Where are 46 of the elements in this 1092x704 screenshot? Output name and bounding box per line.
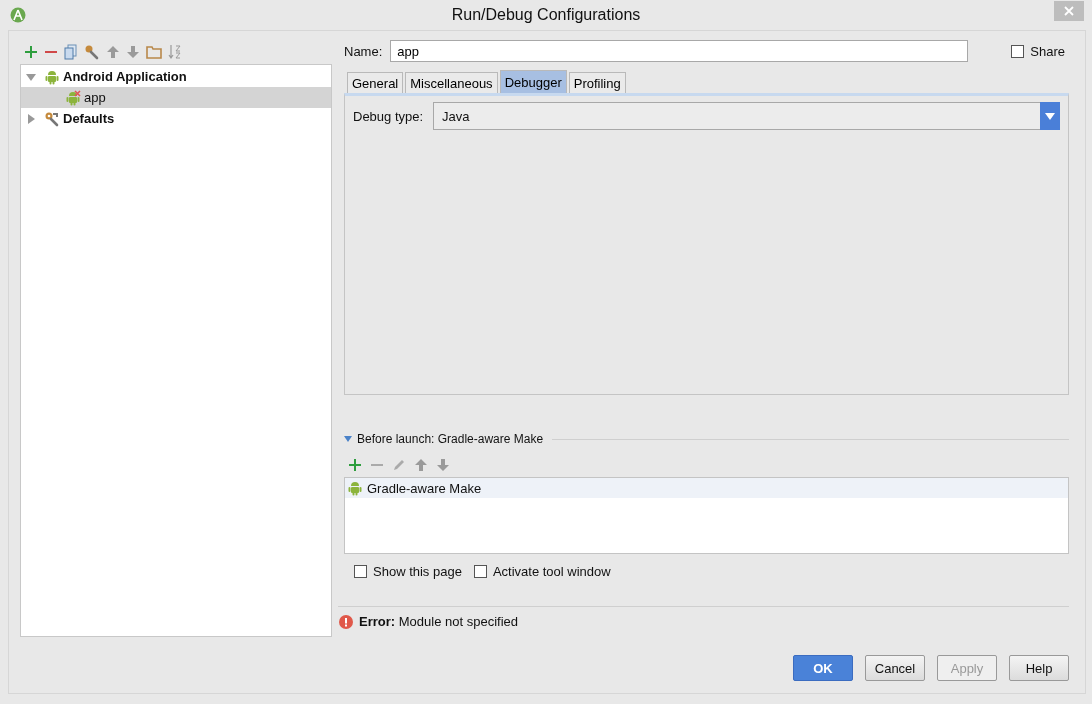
android-icon bbox=[347, 480, 363, 496]
tree-item[interactable]: Android Application bbox=[21, 66, 331, 87]
tab[interactable]: Debugger bbox=[499, 70, 567, 93]
pencil-icon[interactable] bbox=[392, 457, 406, 472]
dialog-button[interactable]: OK bbox=[793, 655, 853, 681]
down-arrow-icon[interactable] bbox=[436, 457, 450, 472]
share-label: Share bbox=[1030, 43, 1065, 59]
tab[interactable]: Profiling bbox=[568, 72, 626, 93]
window-title: Run/Debug Configurations bbox=[451, 6, 641, 24]
close-icon bbox=[1064, 6, 1074, 16]
name-label: Name: bbox=[344, 43, 383, 59]
tab[interactable]: General bbox=[347, 72, 404, 93]
dialog-button[interactable]: Help bbox=[1009, 655, 1069, 681]
debug-type-label: Debug type: bbox=[353, 108, 424, 124]
app-icon bbox=[10, 7, 26, 23]
checkbox-label: Activate tool window bbox=[492, 564, 611, 579]
tab[interactable]: Miscellaneous bbox=[405, 72, 498, 93]
collapse-arrow-icon[interactable] bbox=[344, 435, 352, 443]
close-button[interactable] bbox=[1054, 1, 1084, 21]
tree-item[interactable]: Defaults bbox=[21, 108, 331, 129]
down-arrow-icon[interactable] bbox=[126, 44, 140, 59]
debug-type-dropdown[interactable]: Java bbox=[433, 102, 1060, 130]
up-arrow-icon[interactable] bbox=[106, 44, 120, 59]
expand-arrow-icon[interactable] bbox=[25, 112, 37, 125]
sort-icon[interactable] bbox=[168, 43, 182, 60]
checkbox-label: Show this page bbox=[373, 564, 462, 579]
android-icon bbox=[44, 68, 60, 85]
tree-item[interactable]: app bbox=[21, 87, 331, 108]
section-title: Before launch: Gradle-aware Make bbox=[357, 432, 544, 446]
dialog-button[interactable]: Cancel bbox=[865, 655, 925, 681]
android-error-icon bbox=[65, 89, 81, 106]
add-icon[interactable] bbox=[348, 457, 362, 472]
wrench-icon bbox=[44, 110, 60, 127]
folder-icon[interactable] bbox=[146, 44, 162, 59]
share-checkbox[interactable] bbox=[1011, 44, 1025, 58]
name-field[interactable]: app bbox=[390, 40, 969, 62]
copy-icon[interactable] bbox=[64, 43, 78, 60]
checkbox[interactable] bbox=[354, 565, 367, 578]
add-icon[interactable] bbox=[24, 44, 38, 59]
up-arrow-icon[interactable] bbox=[414, 457, 428, 472]
wrench-icon[interactable] bbox=[84, 43, 100, 60]
error-message: Error: Module not specified bbox=[359, 614, 518, 629]
task-item[interactable]: Gradle-aware Make bbox=[345, 478, 1068, 498]
error-icon bbox=[339, 614, 353, 629]
checkbox[interactable] bbox=[473, 565, 487, 578]
caret-icon bbox=[1045, 112, 1055, 120]
